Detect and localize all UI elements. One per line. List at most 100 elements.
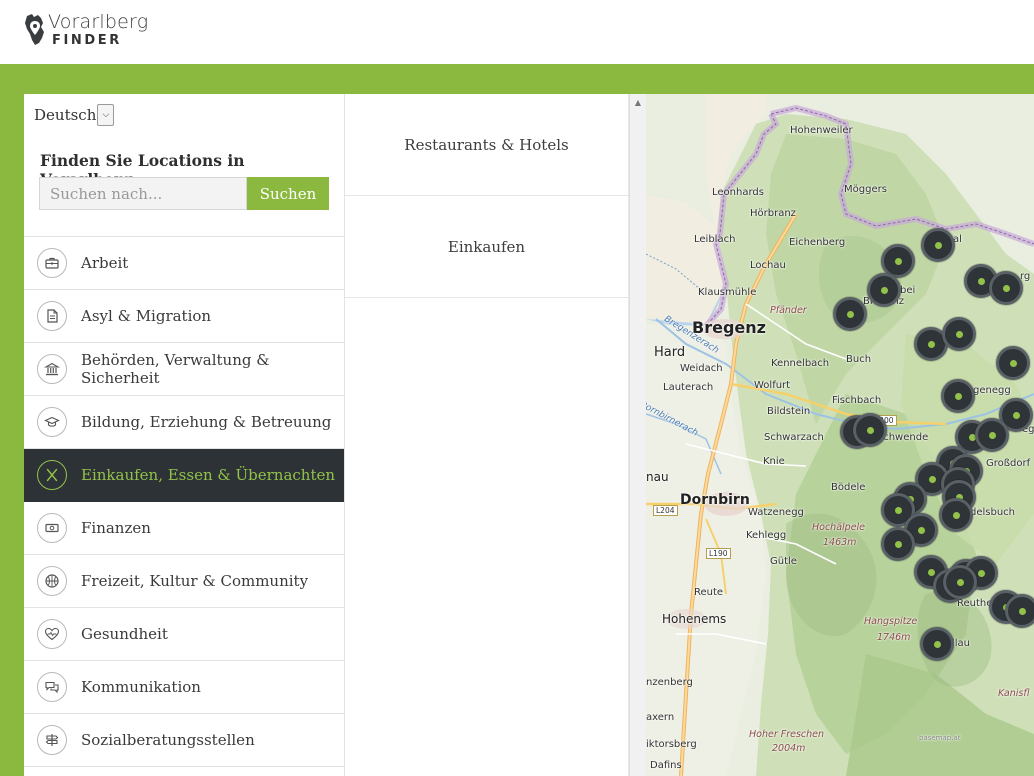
logo[interactable]: Vorarlberg FINDER (24, 12, 148, 48)
map-marker[interactable] (975, 418, 1009, 452)
category-arbeit[interactable]: Arbeit (24, 237, 344, 290)
map-label: Dafins (650, 760, 682, 771)
banknote-icon (37, 513, 67, 543)
signpost-icon (37, 725, 67, 755)
map-label: Schwarzach (764, 432, 824, 443)
map-label: Kennelbach (771, 358, 830, 369)
map-label: llau (952, 638, 971, 649)
map-label: Hohenweiler (790, 125, 853, 136)
brand-title: Vorarlberg (48, 11, 149, 33)
chevron-down-icon[interactable]: ⌵ (97, 104, 115, 126)
fork-knife-icon (37, 460, 67, 490)
map-label: Weidach (680, 363, 723, 374)
map-label: Hohenems (662, 612, 727, 626)
language-selector[interactable]: Deutsch ⌵ (34, 104, 115, 126)
map-label: 2004m (772, 743, 806, 754)
map-label: Wolfurt (754, 380, 791, 391)
map-label: Großdorf (986, 458, 1031, 469)
map-marker[interactable] (1005, 594, 1034, 628)
map-label: bei (900, 285, 916, 296)
map-label: Lochau (750, 260, 786, 271)
map-label: 1463m (823, 537, 857, 548)
category-label: Asyl & Migration (81, 307, 212, 325)
chat-bubbles-icon (37, 672, 67, 702)
map-label: Kanisfl (998, 688, 1030, 699)
map-label: nzenberg (646, 677, 693, 688)
category-label: Freizeit, Kultur & Community (81, 572, 309, 590)
road-badge: L204 (653, 505, 678, 516)
category-label: Sozialberatungsstellen (81, 731, 255, 749)
map-label: axern (646, 712, 675, 723)
map-marker[interactable] (853, 413, 887, 447)
map-label: genegg (973, 385, 1011, 396)
map-marker[interactable] (867, 273, 901, 307)
map-label: Kehlegg (746, 530, 787, 541)
map-label: Hörbranz (750, 208, 796, 219)
category-kommunikation[interactable]: Kommunikation (24, 661, 344, 714)
map-label: iktorsberg (646, 739, 697, 750)
heart-pulse-icon (37, 619, 67, 649)
map-label: Bregenz (692, 318, 766, 337)
category-label: Bildung, Erziehung & Betreuung (81, 413, 332, 431)
map-label: Bödele (831, 482, 866, 493)
category-einkaufen-essen[interactable]: Einkaufen, Essen & Übernachten (24, 449, 344, 502)
map-label: Reuthe (957, 598, 993, 609)
map-marker[interactable] (996, 346, 1030, 380)
category-bildung[interactable]: Bildung, Erziehung & Betreuung (24, 396, 344, 449)
map-label: Möggers (844, 184, 887, 195)
map-attribution: basemap.at (919, 734, 961, 742)
scrollbar[interactable]: ▲ (629, 94, 646, 776)
map[interactable]: Hohenweiler Leonhards Möggers Hörbranz L… (646, 94, 1034, 776)
map-label: Eichenberg (789, 237, 846, 248)
category-finanzen[interactable]: Finanzen (24, 502, 344, 555)
search-form: Suchen nach... Suchen (39, 177, 329, 210)
category-behoerden[interactable]: Behörden, Verwaltung & Sicherheit (24, 343, 344, 396)
category-asyl-migration[interactable]: Asyl & Migration (24, 290, 344, 343)
document-icon (37, 301, 67, 331)
map-label: Knie (763, 456, 785, 467)
search-button[interactable]: Suchen (247, 177, 329, 210)
search-input[interactable]: Suchen nach... (39, 177, 247, 210)
category-label: Behörden, Verwaltung & Sicherheit (81, 351, 270, 387)
map-label: Pfänder (770, 305, 807, 316)
map-label: delsbuch (970, 507, 1016, 518)
map-marker[interactable] (941, 379, 975, 413)
map-marker[interactable] (942, 317, 976, 351)
category-label: Gesundheit (81, 625, 168, 643)
ball-icon (37, 566, 67, 596)
map-label: Hochälpele (812, 522, 866, 533)
subcategory-restaurants-hotels[interactable]: Restaurants & Hotels (345, 94, 628, 196)
government-building-icon (37, 354, 67, 384)
map-marker[interactable] (989, 271, 1023, 305)
sidebar: Deutsch ⌵ Finden Sie Locations in Vorarl… (24, 94, 345, 776)
map-pin-icon (25, 14, 44, 45)
map-label: 1746m (877, 632, 911, 643)
category-label: Kommunikation (81, 678, 201, 696)
map-marker[interactable] (921, 228, 955, 262)
map-marker[interactable] (939, 498, 973, 532)
briefcase-icon (37, 248, 67, 278)
subcategory-panel: Restaurants & Hotels Einkaufen (345, 94, 629, 776)
map-label: Hard (654, 345, 686, 360)
map-marker[interactable] (881, 527, 915, 561)
map-label: Dornbirn (680, 492, 750, 508)
scroll-up-arrow-icon[interactable]: ▲ (630, 94, 646, 110)
category-label: Einkaufen, Essen & Übernachten (81, 466, 336, 484)
map-label: Lauterach (663, 382, 714, 393)
map-label: Leonhards (712, 187, 764, 198)
category-label: Arbeit (81, 254, 129, 272)
subcategory-einkaufen[interactable]: Einkaufen (345, 196, 628, 298)
map-label: Bildstein (767, 406, 811, 417)
map-marker[interactable] (943, 565, 977, 599)
map-marker[interactable] (920, 627, 954, 661)
category-list: Arbeit Asyl & Migration Behörden, Verwal… (24, 236, 344, 767)
category-label: Finanzen (81, 519, 151, 537)
road-badge: L190 (706, 548, 731, 559)
map-marker[interactable] (833, 297, 867, 331)
category-freizeit[interactable]: Freizeit, Kultur & Community (24, 555, 344, 608)
map-label: Buch (846, 354, 872, 365)
category-sozialberatung[interactable]: Sozialberatungsstellen (24, 714, 344, 767)
map-label: nau (646, 470, 669, 484)
category-gesundheit[interactable]: Gesundheit (24, 608, 344, 661)
map-label: Fischbach (832, 395, 882, 406)
